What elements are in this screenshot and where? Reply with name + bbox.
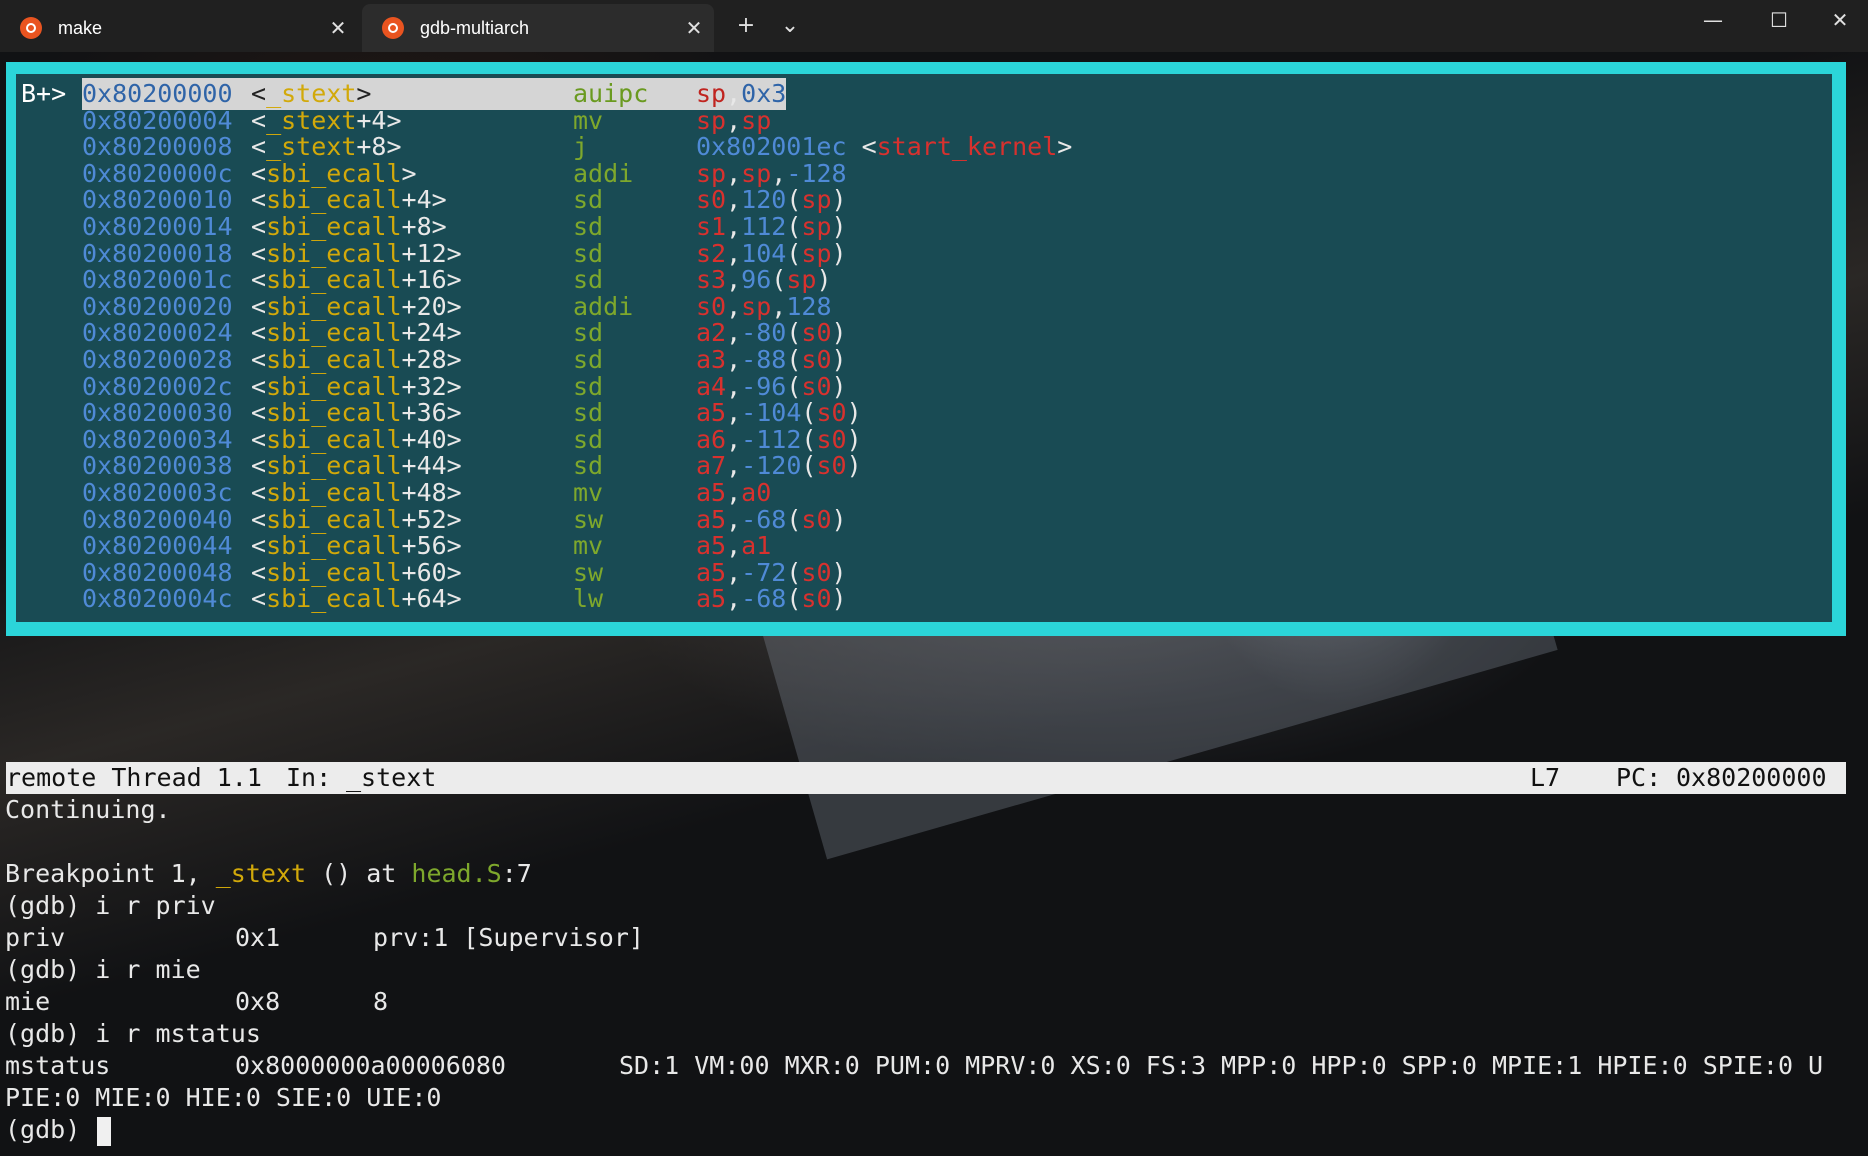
tab-label: make — [58, 17, 103, 38]
asm-row: 0x8020004c <sbi_ecall+64> lw a5,-68(s0) — [16, 583, 1832, 615]
terminal-pane[interactable]: B+> 0x80200000 <_stext> auipc sp,0x3 0x802000… — [0, 52, 1868, 1156]
asm-symbol: <sbi_ecall+64> — [251, 584, 462, 614]
console-line: Continuing. — [5, 795, 171, 824]
status-in-func: _stext — [346, 763, 437, 792]
status-thread: remote Thread 1.1 — [6, 763, 262, 792]
tui-status-bar: remote Thread 1.1 In: _stext L7 PC: 0x80… — [6, 762, 1846, 794]
tab-make[interactable]: make ✕ — [0, 4, 358, 52]
console-line: mstatus 0x8000000a00006080 SD:1 VM:00 MXR:… — [5, 1051, 1824, 1080]
ubuntu-icon — [382, 17, 404, 39]
console-line: PIE:0 MIE:0 HIE:0 SIE:0 UIE:0 — [5, 1083, 442, 1112]
text-cursor — [97, 1116, 112, 1146]
status-in-label: In: — [286, 763, 332, 792]
console-line: (gdb) i r mstatus — [5, 1019, 261, 1048]
ubuntu-icon — [20, 17, 42, 39]
gdb-prompt[interactable]: (gdb) — [5, 1114, 112, 1146]
status-pc-label: PC: — [1616, 763, 1662, 792]
close-tab-icon[interactable]: ✕ — [318, 16, 358, 41]
close-tab-icon[interactable]: ✕ — [674, 16, 714, 41]
console-line: (gdb) i r priv — [5, 891, 216, 920]
tab-label: gdb-multiarch — [420, 17, 530, 38]
close-window-button[interactable]: ✕ — [1812, 0, 1868, 44]
asm-operands: a5,-68(s0) — [696, 584, 847, 614]
maximize-button[interactable]: ☐ — [1746, 0, 1812, 44]
console-line: mie 0x8 8 — [5, 987, 389, 1016]
asm-address: 0x8020004c — [82, 584, 233, 614]
title-bar: make ✕ gdb-multiarch ✕ + ⌄ — ☐ ✕ — [0, 0, 1868, 52]
console-line: Breakpoint 1, _stext () at head.S:7 — [5, 859, 532, 888]
tab-gdb-multiarch[interactable]: gdb-multiarch ✕ — [362, 4, 714, 52]
asm-window[interactable]: B+> 0x80200000 <_stext> auipc sp,0x3 0x802000… — [16, 74, 1832, 622]
status-line: L7 — [1530, 763, 1561, 792]
tab-dropdown-button[interactable]: ⌄ — [770, 8, 810, 44]
console-line: (gdb) i r mie — [5, 955, 201, 984]
status-pc-value: 0x80200000 — [1676, 763, 1827, 792]
asm-mnemonic: lw — [573, 584, 604, 614]
minimize-button[interactable]: — — [1680, 0, 1746, 44]
new-tab-button[interactable]: + — [726, 8, 766, 44]
console-line: priv 0x1 prv:1 [Supervisor] — [5, 923, 644, 952]
